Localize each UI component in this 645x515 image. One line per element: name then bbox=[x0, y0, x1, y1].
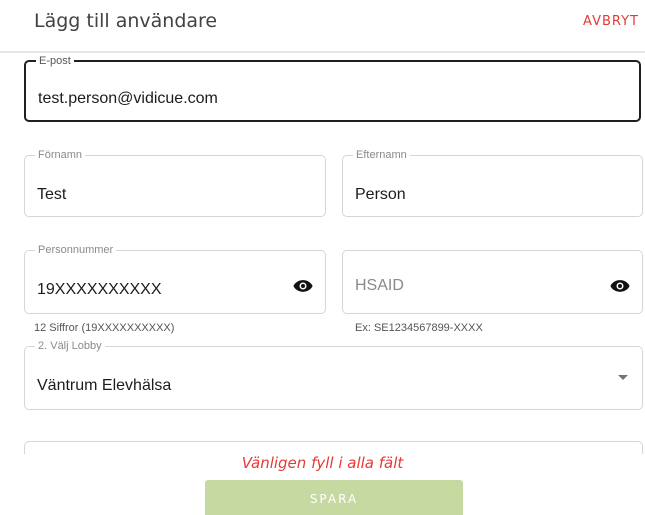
first-name-field[interactable]: Förnamn Test bbox=[24, 149, 326, 217]
lobby-value: Väntrum Elevhälsa bbox=[37, 377, 172, 394]
last-name-value: Person bbox=[355, 186, 406, 203]
personnummer-field[interactable]: Personnummer 19XXXXXXXXXX bbox=[24, 244, 326, 314]
hsaid-placeholder: HSAID bbox=[355, 277, 404, 294]
hsaid-hint: Ex: SE1234567899-XXXX bbox=[355, 322, 483, 334]
last-name-label: Efternamn bbox=[353, 149, 410, 162]
first-name-value: Test bbox=[37, 186, 67, 203]
email-value: test.person@vidicue.com bbox=[38, 90, 218, 107]
last-name-field[interactable]: Efternamn Person bbox=[342, 149, 643, 217]
save-button[interactable]: SPARA bbox=[205, 480, 463, 515]
header-divider bbox=[0, 51, 645, 53]
lobby-label: 2. Välj Lobby bbox=[35, 340, 105, 353]
email-label: E-post bbox=[36, 55, 74, 68]
first-name-label: Förnamn bbox=[35, 149, 86, 162]
personnummer-label: Personnummer bbox=[35, 244, 117, 257]
personnummer-hint: 12 Siffror (19XXXXXXXXXX) bbox=[34, 322, 175, 334]
eye-icon[interactable] bbox=[293, 279, 313, 293]
eye-icon[interactable] bbox=[610, 279, 630, 293]
lobby-select[interactable]: 2. Välj Lobby Väntrum Elevhälsa bbox=[24, 340, 643, 410]
email-field[interactable]: E-post test.person@vidicue.com bbox=[24, 55, 641, 122]
dialog-header: Lägg till användare AVBRYT bbox=[0, 0, 645, 53]
validation-error: Vänligen fyll i alla fält bbox=[0, 454, 645, 478]
caret-down-icon[interactable] bbox=[618, 375, 628, 380]
dialog-title: Lägg till användare bbox=[34, 10, 218, 32]
cancel-button[interactable]: AVBRYT bbox=[583, 14, 639, 29]
personnummer-value: 19XXXXXXXXXX bbox=[37, 281, 162, 298]
hsaid-field[interactable]: HSAID bbox=[342, 250, 643, 314]
